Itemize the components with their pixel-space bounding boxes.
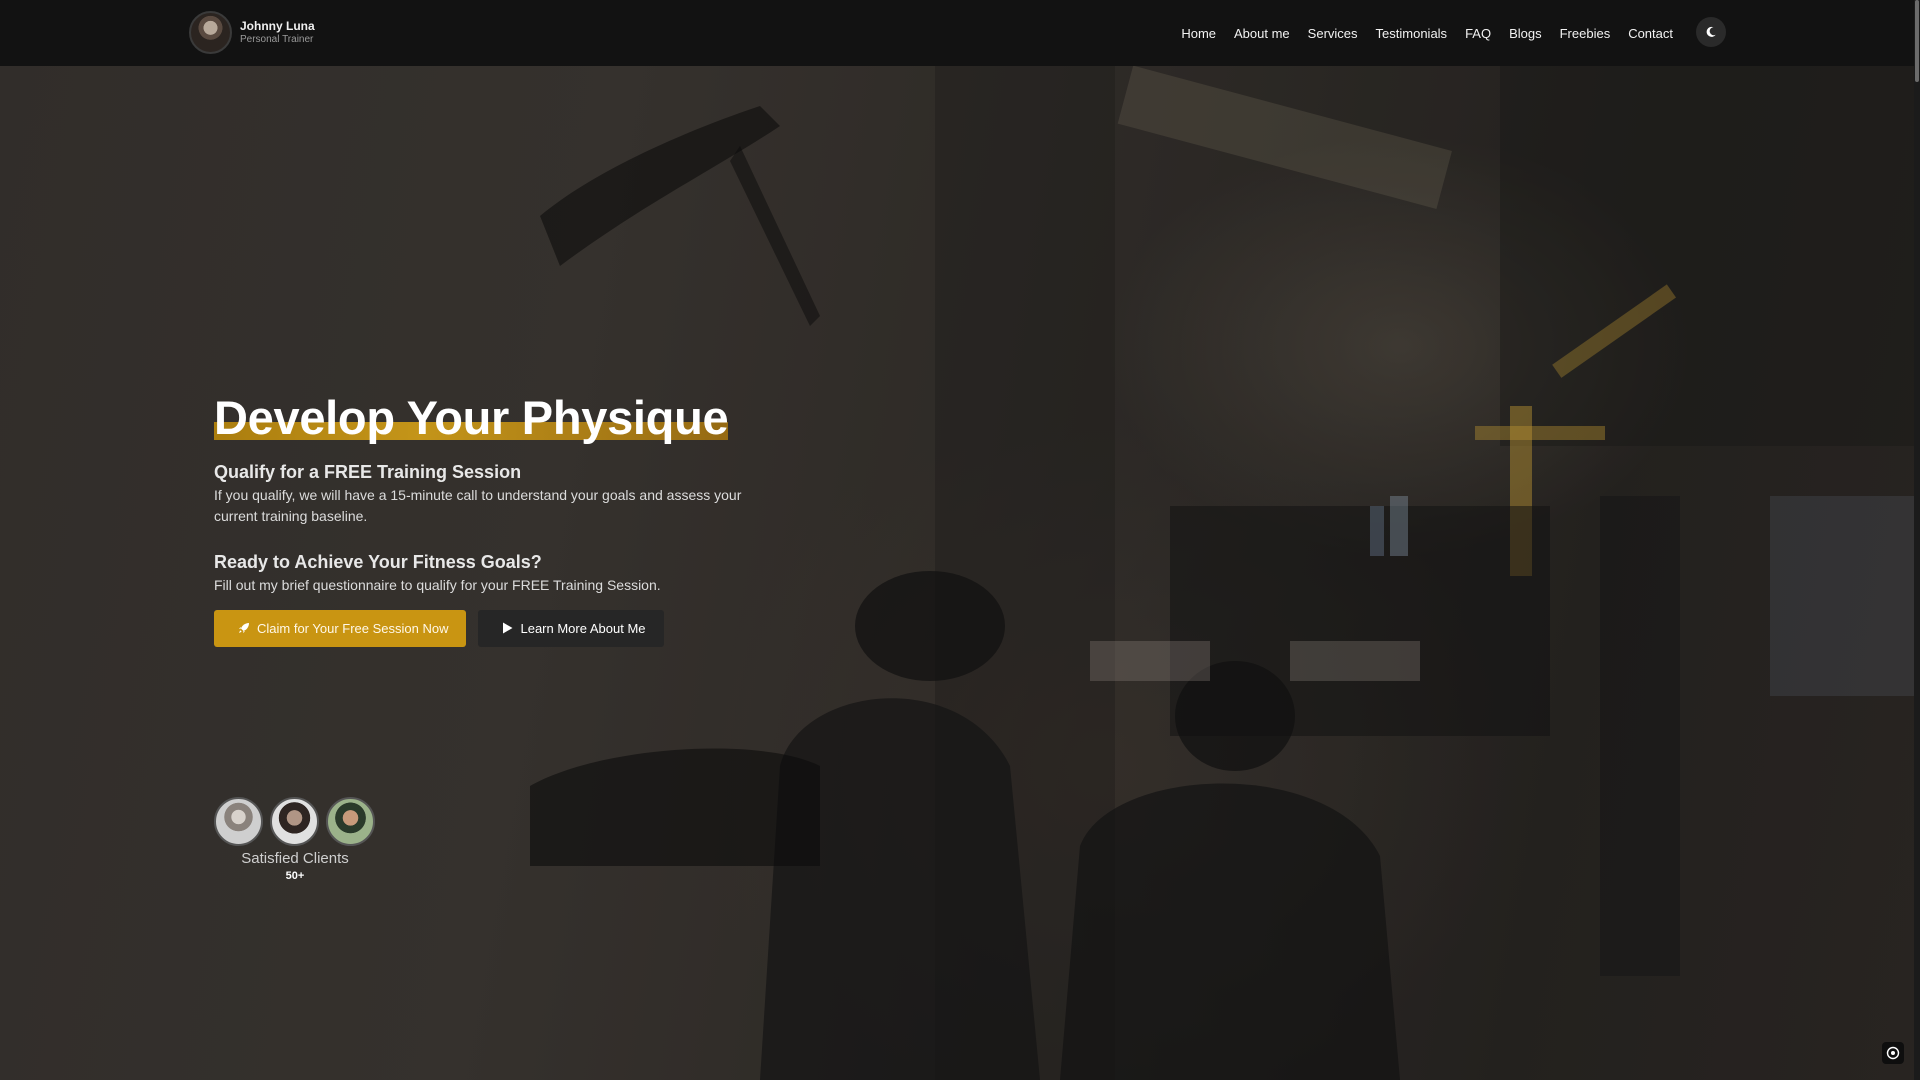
- nav-item-testimonials[interactable]: Testimonials: [1367, 26, 1457, 41]
- hero-subhead-goals: Ready to Achieve Your Fitness Goals?: [214, 551, 542, 572]
- nav-item-blogs[interactable]: Blogs: [1500, 26, 1551, 41]
- rocket-icon: [239, 623, 249, 634]
- client-avatar: [326, 797, 375, 846]
- headline-wrap: Develop Your Physique: [214, 391, 729, 444]
- hero-button-row: Claim for Your Free Session Now Learn Mo…: [214, 609, 774, 647]
- navbar: Johnny Luna Personal Trainer Home About …: [0, 0, 1920, 66]
- nav-item-about[interactable]: About me: [1225, 26, 1299, 41]
- hero-paragraph-qualify: If you qualify, we will have a 15-minute…: [214, 486, 742, 524]
- clients-label: Satisfied Clients: [241, 850, 349, 867]
- brand-avatar: [189, 11, 232, 54]
- brand-name: Johnny Luna: [240, 18, 315, 33]
- theme-toggle-button[interactable]: [1696, 17, 1726, 47]
- nav-item-home[interactable]: Home: [1172, 26, 1225, 41]
- nav-item-services[interactable]: Services: [1299, 26, 1367, 41]
- nav-item-contact[interactable]: Contact: [1619, 26, 1682, 41]
- hero-paragraph-questionnaire: Fill out my brief questionnaire to quali…: [214, 576, 661, 593]
- hero-subhead-free-session: Qualify for a FREE Training Session: [214, 461, 522, 482]
- scrollbar-track[interactable]: [1914, 0, 1920, 1080]
- target-icon: [1886, 1046, 1900, 1060]
- nav-item-freebies[interactable]: Freebies: [1551, 26, 1620, 41]
- satisfied-clients: Satisfied Clients 50+: [214, 797, 376, 882]
- claim-free-session-button[interactable]: Claim for Your Free Session Now: [214, 609, 467, 647]
- clients-count: 50+: [285, 870, 305, 882]
- brand-role: Personal Trainer: [240, 33, 314, 45]
- hero-content: Develop Your Physique Qualify for a FREE…: [214, 392, 774, 647]
- nav-item-faq[interactable]: FAQ: [1456, 26, 1500, 41]
- claim-free-session-label: Claim for Your Free Session Now: [257, 620, 449, 636]
- client-avatars: [214, 797, 376, 846]
- nav-links: Home About me Services Testimonials FAQ …: [1172, 0, 1682, 66]
- client-avatar: [270, 797, 319, 846]
- hero-headline: Develop Your Physique: [214, 391, 729, 444]
- learn-more-label: Learn More About Me: [520, 620, 646, 636]
- accessibility-widget-button[interactable]: [1882, 1042, 1904, 1064]
- moon-icon: [1706, 26, 1716, 37]
- client-avatar: [214, 797, 263, 846]
- brand[interactable]: Johnny Luna Personal Trainer: [189, 11, 315, 54]
- hero-section: Develop Your Physique Qualify for a FREE…: [0, 66, 1920, 1080]
- play-icon: [503, 622, 513, 634]
- brand-text: Johnny Luna Personal Trainer: [240, 18, 315, 45]
- learn-more-button[interactable]: Learn More About Me: [478, 609, 664, 647]
- scrollbar-thumb[interactable]: [1915, 0, 1919, 82]
